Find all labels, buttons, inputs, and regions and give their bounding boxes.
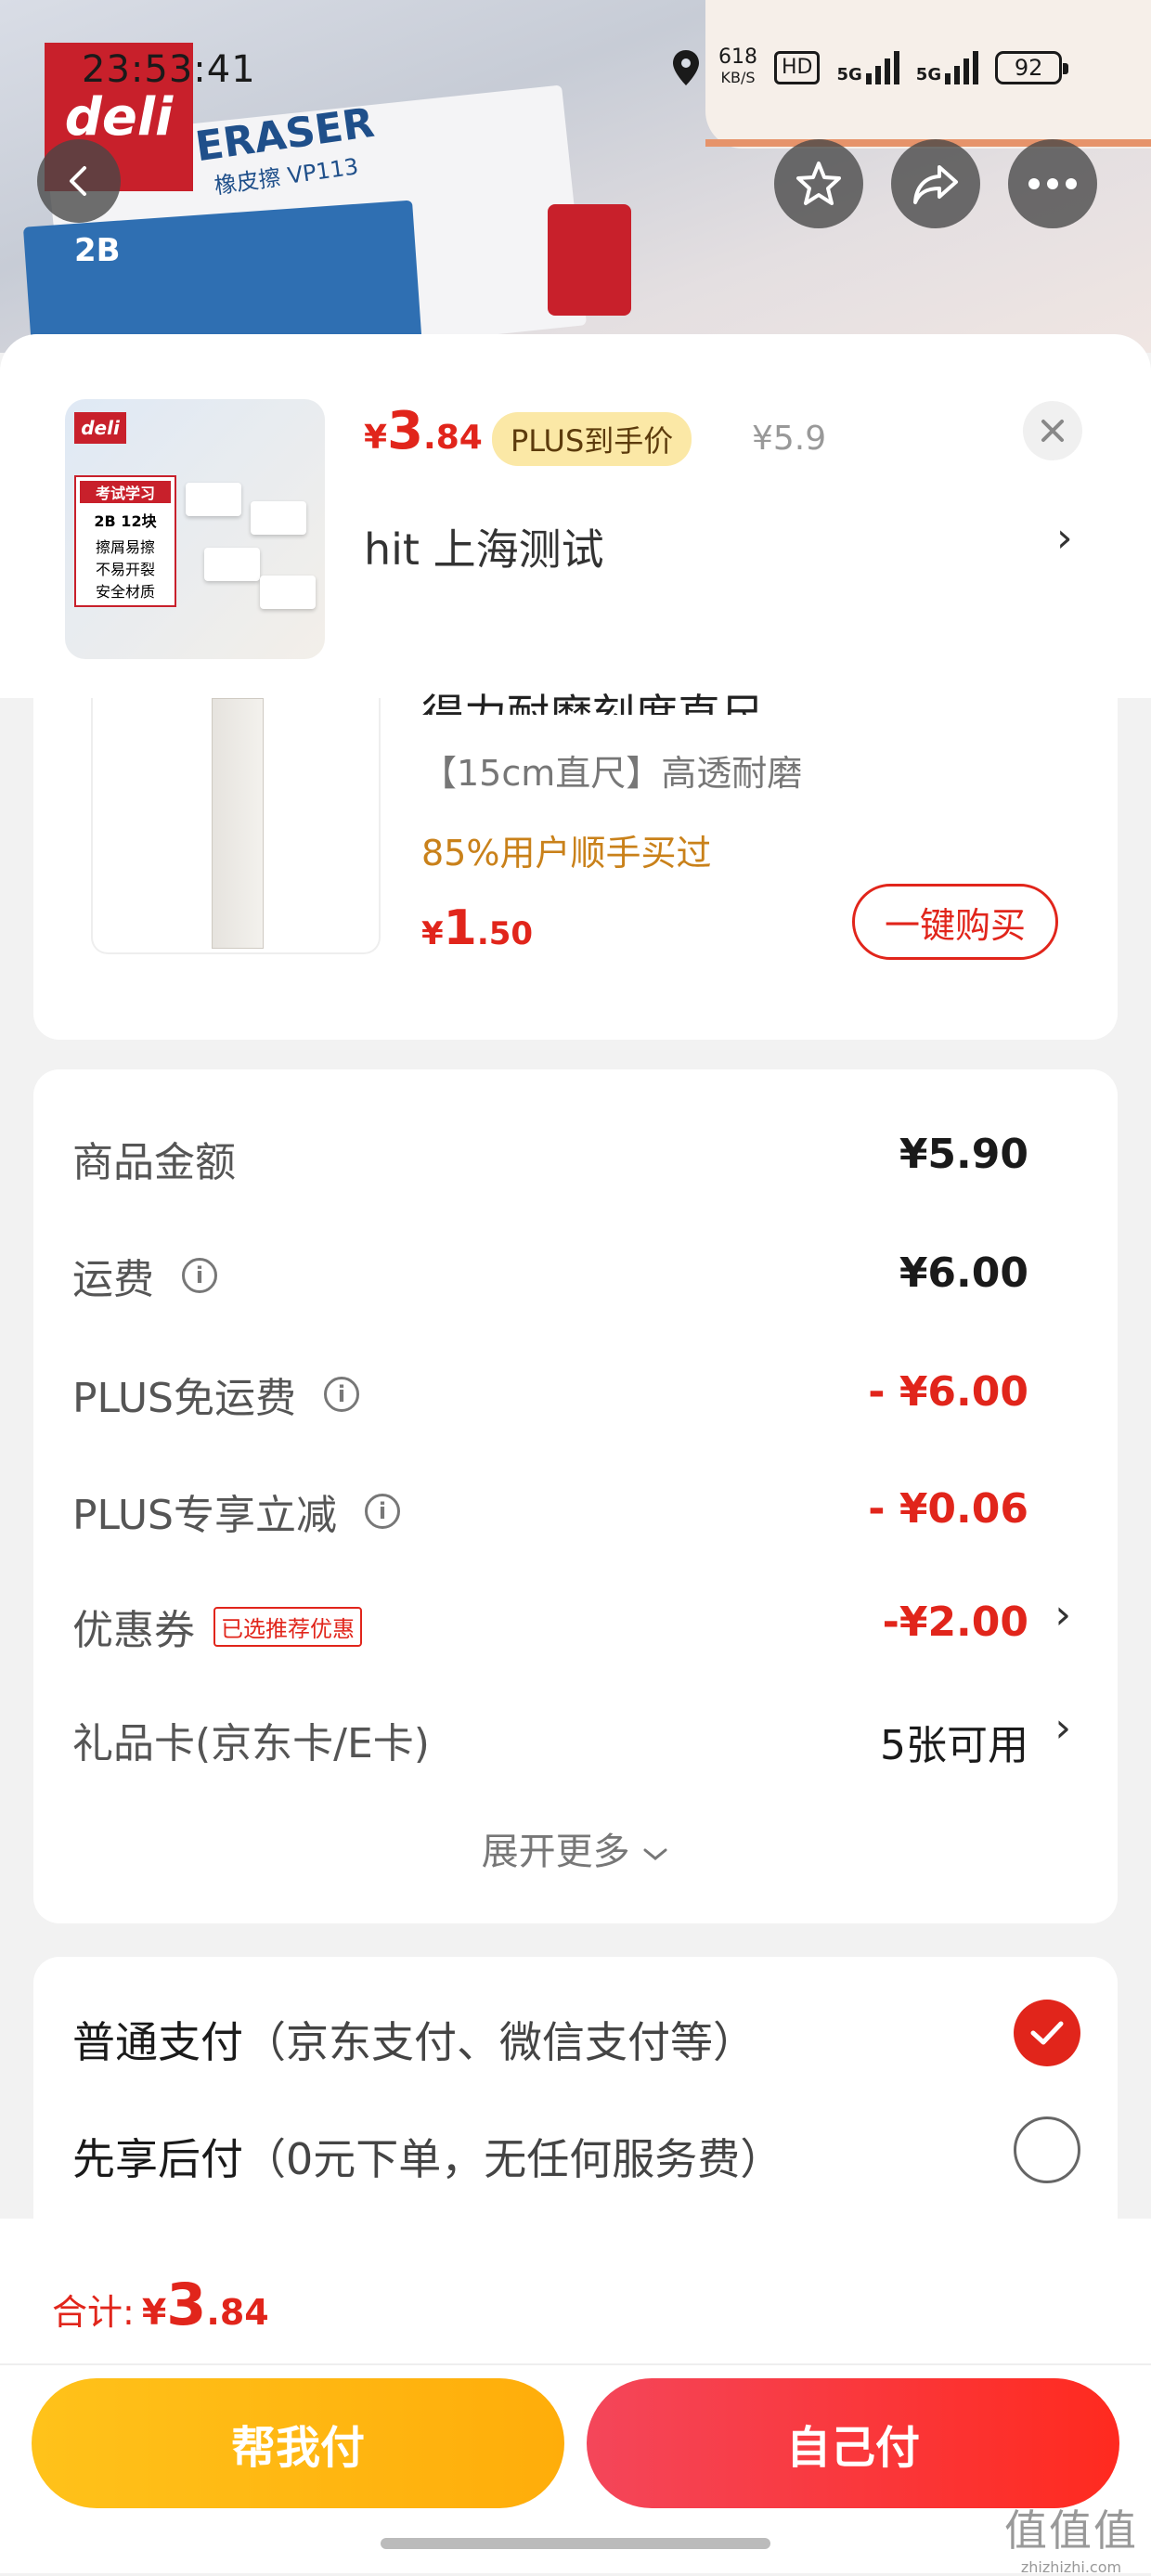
summary-row-coupon[interactable]: 优惠券 已选推荐优惠 (72, 1597, 362, 1656)
ruler-image (212, 698, 264, 949)
home-indicator[interactable] (381, 2538, 770, 2549)
plus-price: ¥ 3 .84 (364, 401, 483, 461)
summary-row-plus-freeship: PLUS免运费 i (72, 1365, 359, 1424)
payment-option-normal-radio[interactable] (1014, 2000, 1080, 2066)
self-pay-button[interactable]: 自己付 (587, 2378, 1119, 2508)
thumb-eraser (251, 501, 306, 535)
box-grade: 2B (74, 232, 121, 269)
price-summary-card: 商品金额 ¥5.90 运费 i ¥6.00 PLUS免运费 i - ¥6.00 … (33, 1069, 1118, 1923)
more-icon (1028, 178, 1077, 189)
upsell-thumbnail[interactable] (91, 698, 381, 954)
info-icon[interactable]: i (365, 1494, 400, 1529)
delivery-address[interactable]: hit 上海测试 (364, 516, 604, 577)
thumb-eraser (260, 576, 316, 609)
favorite-button[interactable] (774, 139, 863, 228)
thumb-label-panel: 考试学习 2B 12块 擦屑易擦 不易开裂 安全材质 (74, 475, 176, 607)
battery-indicator: 92 (995, 51, 1069, 84)
info-icon[interactable]: i (324, 1377, 359, 1412)
giftcard-chevron-icon[interactable]: › (1054, 1704, 1071, 1752)
address-chevron-icon[interactable]: › (1056, 514, 1073, 562)
signal-2: 5G (916, 51, 979, 84)
share-button[interactable] (891, 139, 980, 228)
summary-label-goods: 商品金额 (72, 1139, 236, 1186)
chevron-down-icon (643, 1848, 667, 1860)
status-bar: 23:53:41 618 KB/S HD 5G 5G 92 (0, 0, 1151, 139)
summary-value-giftcard[interactable]: 5张可用 (880, 1712, 1028, 1771)
upsell-title: 得力耐磨刻度直尺 (421, 690, 763, 715)
payment-method-card: 普通支付（京东支付、微信支付等） 先享后付（0元下单，无任何服务费） (33, 1957, 1118, 2254)
checkout-footer: 合计: ¥ 3 .84 帮我付 自己付 值值值 zhizhizhi.com (0, 2219, 1151, 2576)
status-time: 23:53:41 (82, 48, 256, 91)
product-header: deli 考试学习 2B 12块 擦屑易擦 不易开裂 安全材质 ¥ 3 .84 … (0, 334, 1151, 698)
check-icon (1030, 2021, 1064, 2045)
back-icon (70, 166, 86, 196)
summary-row-plus-discount: PLUS专享立减 i (72, 1482, 400, 1541)
more-button[interactable] (1008, 139, 1097, 228)
thumb-logo: deli (74, 412, 126, 444)
summary-value-coupon[interactable]: -¥2.00 (883, 1599, 1028, 1646)
summary-value-plus-freeship: - ¥6.00 (868, 1368, 1028, 1416)
summary-row-shipping: 运费 i (72, 1246, 217, 1305)
signal-1: 5G (836, 51, 899, 84)
watermark: 值值值 zhizhizhi.com (1004, 2505, 1138, 2576)
summary-label-shipping: 运费 (72, 1256, 154, 1303)
payment-option-later-radio[interactable] (1014, 2116, 1080, 2183)
summary-value-plus-discount: - ¥0.06 (868, 1485, 1028, 1533)
hd-badge: HD (774, 51, 821, 84)
upsell-spec: 【15cm直尺】高透耐磨 (421, 753, 803, 794)
summary-label-plus-discount: PLUS专享立减 (72, 1492, 337, 1539)
info-icon[interactable]: i (182, 1258, 217, 1293)
payment-option-normal[interactable]: 普通支付（京东支付、微信支付等） (72, 2009, 756, 2070)
total-price: 合计: ¥ 3 .84 (52, 2271, 269, 2338)
summary-label-plus-freeship: PLUS免运费 (72, 1375, 296, 1422)
expand-more-button[interactable]: 展开更多 (33, 1821, 1118, 1875)
upsell-price: ¥ 1 .50 (421, 900, 534, 956)
upsell-stat: 85%用户顺手买过 (421, 833, 712, 874)
star-icon (796, 162, 841, 205)
location-icon (673, 50, 699, 85)
help-pay-button[interactable]: 帮我付 (32, 2378, 564, 2508)
share-icon (913, 165, 958, 204)
back-button[interactable] (37, 139, 121, 223)
thumb-eraser (186, 483, 241, 516)
plus-price-tag: PLUS到手价 (492, 412, 692, 466)
original-price: ¥5.9 (752, 420, 827, 458)
summary-value-shipping: ¥6.00 (899, 1249, 1028, 1297)
product-thumbnail[interactable]: deli 考试学习 2B 12块 擦屑易擦 不易开裂 安全材质 (65, 399, 325, 659)
status-icons: 618 KB/S HD 5G 5G 92 (670, 43, 1069, 93)
upsell-card: 得力耐磨刻度直尺 【15cm直尺】高透耐磨 85%用户顺手买过 ¥ 1 .50 … (33, 690, 1118, 1040)
summary-label-giftcard[interactable]: 礼品卡(京东卡/E卡) (72, 1710, 430, 1769)
summary-label-coupon: 优惠券 (72, 1607, 195, 1654)
coupon-chevron-icon[interactable]: › (1054, 1591, 1071, 1638)
box-logo-red (548, 204, 631, 316)
thumb-eraser (204, 548, 260, 581)
payment-option-later[interactable]: 先享后付（0元下单，无任何服务费） (72, 2126, 782, 2187)
coupon-tag: 已选推荐优惠 (213, 1606, 362, 1647)
close-icon (1041, 420, 1064, 442)
one-click-buy-button[interactable]: 一键购买 (852, 884, 1058, 960)
close-button[interactable] (1023, 401, 1082, 460)
network-speed: 618 KB/S (718, 45, 757, 87)
summary-value-goods: ¥5.90 (899, 1131, 1028, 1178)
footer-divider (0, 2363, 1151, 2365)
eraser-box-blue (22, 200, 423, 353)
